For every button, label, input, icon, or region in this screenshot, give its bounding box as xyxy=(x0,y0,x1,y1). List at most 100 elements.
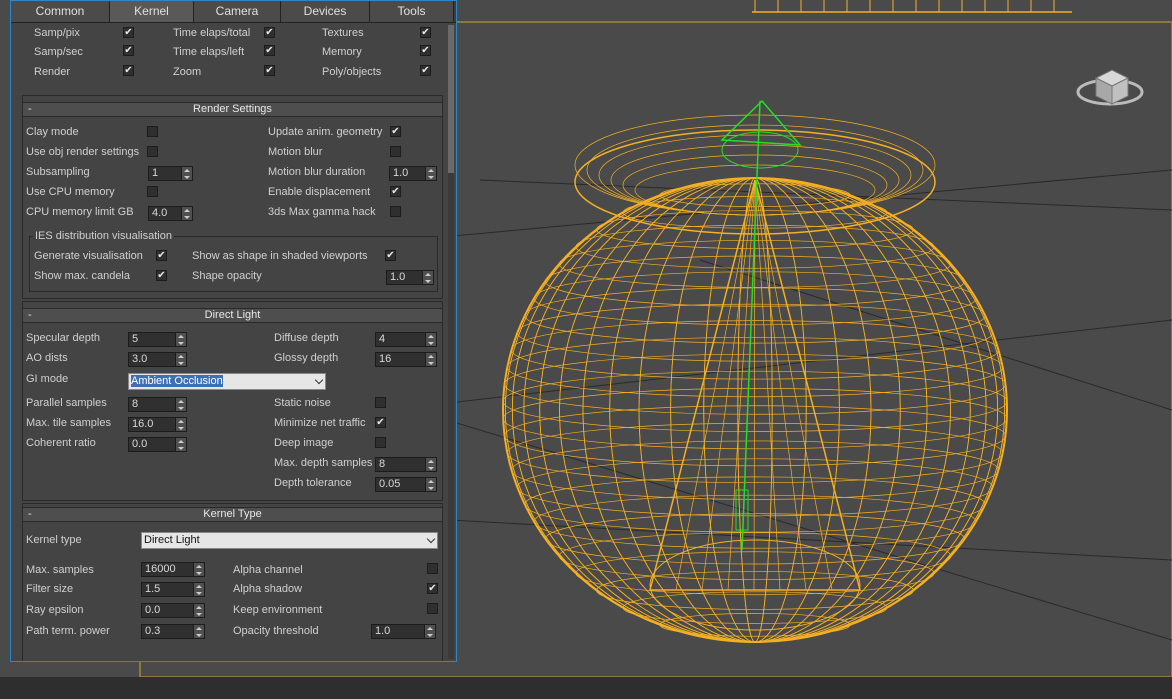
filter-size-spinner[interactable]: 1.5 xyxy=(141,582,205,597)
specular-depth-spinner[interactable]: 5 xyxy=(128,332,187,347)
keep-environment-label: Keep environment xyxy=(233,604,323,616)
kernel-type-value: Direct Light xyxy=(144,534,200,546)
motion-blur-checkbox[interactable] xyxy=(390,146,401,157)
wire-parallel xyxy=(659,613,851,637)
direct-light-rollout-header[interactable]: - Direct Light xyxy=(22,308,443,323)
shape-opacity-label: Shape opacity xyxy=(192,270,262,282)
shape-opacity-spinner[interactable]: 1.0 xyxy=(386,270,434,285)
wire-cone-line xyxy=(727,179,756,591)
gamma-hack-checkbox[interactable] xyxy=(390,206,401,217)
light-gizmo-ring xyxy=(721,131,799,169)
wire-parallel xyxy=(575,551,935,596)
tab-kernel[interactable]: Kernel xyxy=(110,1,194,22)
use-cpu-memory-checkbox[interactable] xyxy=(147,186,158,197)
wire-parallel xyxy=(504,405,1006,467)
minimize-net-traffic-checkbox[interactable]: ✔ xyxy=(375,417,386,428)
diffuse-depth-spinner[interactable]: 4 xyxy=(375,332,437,347)
kernel-type-label: Kernel type xyxy=(26,534,82,546)
wire-cone-line xyxy=(754,179,781,591)
depth-tolerance-label: Depth tolerance xyxy=(274,477,352,489)
wire-cone-line xyxy=(701,179,756,591)
grid-line xyxy=(479,179,1172,211)
ao-dists-spinner[interactable]: 3.0 xyxy=(128,352,187,367)
static-noise-checkbox[interactable] xyxy=(375,397,386,408)
max-samples-spinner[interactable]: 16000 xyxy=(141,562,205,577)
motion-blur-duration-spinner[interactable]: 1.0 xyxy=(389,166,437,181)
tab-tools[interactable]: Tools xyxy=(370,1,454,22)
tab-devices[interactable]: Devices xyxy=(281,1,370,22)
use-obj-settings-checkbox[interactable] xyxy=(147,146,158,157)
alpha-shadow-checkbox[interactable]: ✔ xyxy=(427,583,438,594)
use-obj-settings-label: Use obj render settings xyxy=(26,146,140,158)
render-settings-rollout-header[interactable]: - Render Settings xyxy=(22,102,443,117)
cpu-memory-limit-spinner[interactable]: 4.0 xyxy=(148,206,193,221)
depth-tolerance-spinner[interactable]: 0.05 xyxy=(375,477,437,492)
path-term-power-spinner[interactable]: 0.3 xyxy=(141,624,205,639)
parallel-samples-spinner[interactable]: 8 xyxy=(128,397,187,412)
kernel-type-title: Kernel Type xyxy=(203,508,262,520)
wire-parallel xyxy=(511,440,999,500)
panel-scroll-area: Samp/pix ✔ Samp/sec ✔ Render ✔ Time elap… xyxy=(11,23,456,661)
wire-parallel xyxy=(511,320,999,380)
tab-common[interactable]: Common xyxy=(11,1,110,22)
gi-mode-label: GI mode xyxy=(26,373,69,385)
show-max-candela-checkbox[interactable]: ✔ xyxy=(156,270,167,281)
update-anim-geometry-checkbox[interactable]: ✔ xyxy=(390,126,401,137)
show-as-shape-checkbox[interactable]: ✔ xyxy=(385,250,396,261)
panel-scrollbar[interactable] xyxy=(448,25,454,659)
alpha-channel-checkbox[interactable] xyxy=(427,563,438,574)
ies-group-title: IES distribution visualisation xyxy=(33,230,174,242)
cpu-memory-limit-label: CPU memory limit GB xyxy=(26,206,134,218)
subsampling-label: Subsampling xyxy=(26,166,90,178)
generate-visualisation-checkbox[interactable]: ✔ xyxy=(156,250,167,261)
enable-displacement-checkbox[interactable]: ✔ xyxy=(390,186,401,197)
diffuse-depth-label: Diffuse depth xyxy=(274,332,339,344)
render-settings-title: Render Settings xyxy=(193,103,272,115)
stat-memory-label: Memory xyxy=(322,46,362,58)
keep-environment-checkbox[interactable] xyxy=(427,603,438,614)
stat-samp-pix-checkbox[interactable]: ✔ xyxy=(123,27,134,38)
stat-poly-checkbox[interactable]: ✔ xyxy=(420,65,431,76)
path-term-power-label: Path term. power xyxy=(26,625,110,637)
stat-memory-checkbox[interactable]: ✔ xyxy=(420,45,431,56)
ray-epsilon-spinner[interactable]: 0.0 xyxy=(141,603,205,618)
chevron-down-icon xyxy=(426,534,436,544)
deep-image-checkbox[interactable] xyxy=(375,437,386,448)
gi-mode-dropdown[interactable]: Ambient Occlusion xyxy=(128,373,326,390)
subsampling-spinner[interactable]: 1 xyxy=(148,166,193,181)
generate-visualisation-label: Generate visualisation xyxy=(34,250,143,262)
show-as-shape-label: Show as shape in shaded viewports xyxy=(192,250,368,262)
stat-samp-sec-checkbox[interactable]: ✔ xyxy=(123,45,134,56)
stat-textures-checkbox[interactable]: ✔ xyxy=(420,27,431,38)
stat-zoom-checkbox[interactable]: ✔ xyxy=(264,65,275,76)
coherent-ratio-spinner[interactable]: 0.0 xyxy=(128,437,187,452)
max-depth-samples-spinner[interactable]: 8 xyxy=(375,457,437,472)
tab-camera[interactable]: Camera xyxy=(194,1,281,22)
alpha-channel-label: Alpha channel xyxy=(233,564,303,576)
opacity-threshold-spinner[interactable]: 1.0 xyxy=(371,624,436,639)
enable-displacement-label: Enable displacement xyxy=(268,186,371,198)
max-tile-samples-spinner[interactable]: 16.0 xyxy=(128,417,187,432)
max-depth-samples-label: Max. depth samples xyxy=(274,457,373,469)
motion-blur-duration-label: Motion blur duration xyxy=(268,166,366,178)
wire-parallel xyxy=(502,388,1008,450)
tab-bar: Common Kernel Camera Devices Tools xyxy=(11,1,456,23)
clay-mode-checkbox[interactable] xyxy=(147,126,158,137)
wire-parallel xyxy=(622,591,888,624)
deep-image-label: Deep image xyxy=(274,437,334,449)
clay-mode-label: Clay mode xyxy=(26,126,79,138)
motion-blur-label: Motion blur xyxy=(268,146,323,158)
stat-render-checkbox[interactable]: ✔ xyxy=(123,65,134,76)
stat-time-left-checkbox[interactable]: ✔ xyxy=(264,45,275,56)
scrollbar-thumb[interactable] xyxy=(448,25,454,173)
glossy-depth-spinner[interactable]: 16 xyxy=(375,352,437,367)
kernel-type-rollout-header[interactable]: - Kernel Type xyxy=(22,507,443,522)
wire-cone-line xyxy=(754,179,807,591)
kernel-type-dropdown[interactable]: Direct Light xyxy=(141,532,438,549)
coherent-ratio-label: Coherent ratio xyxy=(26,437,96,449)
stat-samp-pix-label: Samp/pix xyxy=(34,27,80,39)
viewcube-icon[interactable] xyxy=(1076,58,1146,112)
ray-epsilon-label: Ray epsilon xyxy=(26,604,84,616)
glossy-depth-label: Glossy depth xyxy=(274,352,339,364)
stat-time-total-checkbox[interactable]: ✔ xyxy=(264,27,275,38)
